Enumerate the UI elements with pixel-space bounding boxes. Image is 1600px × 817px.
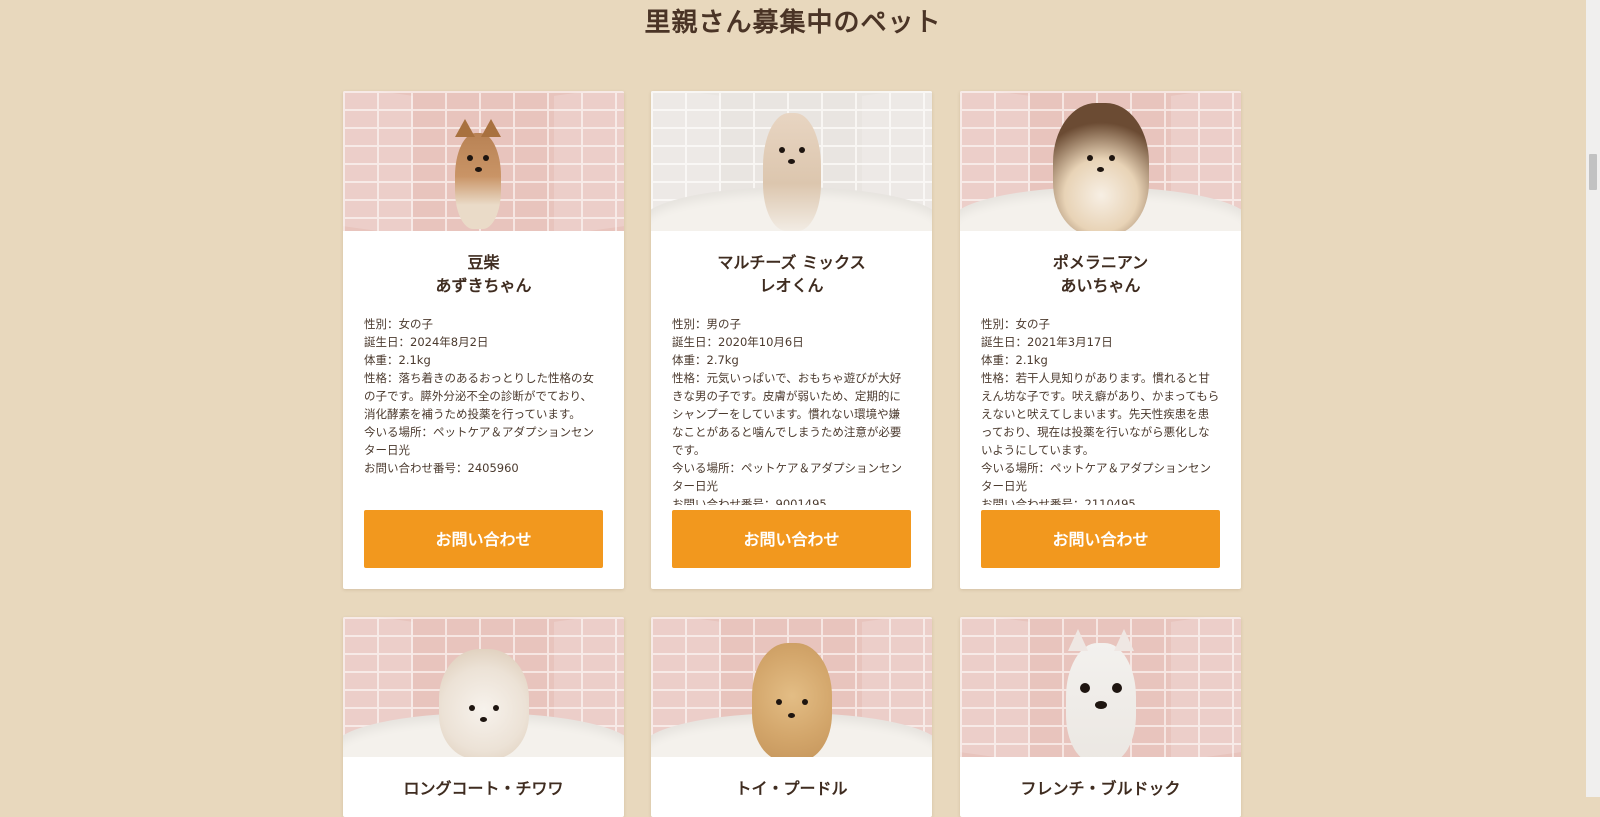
pet-card-pomeranian: ポメラニアン あいちゃん 性別：女の子 誕生日：2021年3月17日 体重：2.… — [960, 91, 1241, 589]
pet-card-mameshiba: 豆柴 あずきちゃん 性別：女の子 誕生日：2024年8月2日 体重：2.1kg … — [343, 91, 624, 589]
pet-detail-location: 今いる場所：ペットケア＆アダプションセンター日光 — [981, 461, 1211, 493]
inquiry-button[interactable]: お問い合わせ — [981, 510, 1220, 568]
pet-detail-location: 今いる場所：ペットケア＆アダプションセンター日光 — [672, 461, 902, 493]
pet-card-long-coat-chihuahua: ロングコート・チワワ — [343, 617, 624, 817]
pet-details: 性別：男の子 誕生日：2020年10月6日 体重：2.7kg 性格：元気いっぱい… — [672, 315, 911, 505]
dog-photo-french-bulldog — [960, 617, 1241, 757]
pet-detail-weight: 体重：2.7kg — [672, 353, 739, 367]
page-title: 里親さん募集中のペット — [644, 8, 942, 38]
pet-breed: ポメラニアン — [1052, 253, 1149, 272]
pet-detail-inquiry-number: お問い合わせ番号：9001495 — [672, 497, 827, 505]
pet-name: あずきちゃん — [435, 276, 532, 295]
dog-photo-pomeranian — [960, 91, 1241, 231]
scrollbar-thumb[interactable] — [1589, 154, 1597, 190]
pet-detail-birthday: 誕生日：2021年3月17日 — [981, 335, 1113, 349]
pet-detail-sex: 性別：女の子 — [364, 317, 433, 331]
pet-card-maltese-mix: マルチーズ ミックス レオくん 性別：男の子 誕生日：2020年10月6日 体重… — [651, 91, 932, 589]
inquiry-button[interactable]: お問い合わせ — [672, 510, 911, 568]
pet-details: 性別：女の子 誕生日：2024年8月2日 体重：2.1kg 性格：落ち着きのある… — [364, 315, 603, 505]
pet-breed: マルチーズ ミックス — [717, 253, 866, 272]
pet-detail-inquiry-number: お問い合わせ番号：2110495 — [981, 497, 1136, 505]
dog-photo-mameshiba — [343, 91, 624, 231]
pet-detail-weight: 体重：2.1kg — [364, 353, 431, 367]
pet-card-toy-poodle: トイ・プードル — [651, 617, 932, 817]
pet-details: 性別：女の子 誕生日：2021年3月17日 体重：2.1kg 性格：若干人見知り… — [981, 315, 1220, 505]
pet-breed: 豆柴 — [467, 253, 500, 272]
pet-detail-birthday: 誕生日：2024年8月2日 — [364, 335, 489, 349]
inquiry-button[interactable]: お問い合わせ — [364, 510, 603, 568]
pet-detail-sex: 性別：女の子 — [981, 317, 1050, 331]
pet-detail-birthday: 誕生日：2020年10月6日 — [672, 335, 804, 349]
dog-photo-toy-poodle — [651, 617, 932, 757]
pet-detail-weight: 体重：2.1kg — [981, 353, 1048, 367]
pet-detail-personality: 性格：落ち着きのあるおっとりした性格の女の子です。膵外分泌不全の診断がでており、… — [364, 371, 594, 421]
dog-photo-maltese-mix — [651, 91, 932, 231]
pet-detail-sex: 性別：男の子 — [672, 317, 741, 331]
pet-detail-personality: 性格：若干人見知りがあります。慣れると甘えん坊な子です。吠え癖があり、かまっても… — [981, 371, 1220, 457]
pet-name: あいちゃん — [1060, 276, 1141, 295]
pet-card-french-bulldog: フレンチ・ブルドック — [960, 617, 1241, 817]
dog-photo-long-coat-chihuahua — [343, 617, 624, 757]
pet-detail-location: 今いる場所：ペットケア＆アダプションセンター日光 — [364, 425, 594, 457]
pet-detail-inquiry-number: お問い合わせ番号：2405960 — [364, 461, 519, 475]
pet-detail-personality: 性格：元気いっぱいで、おもちゃ遊びが大好きな男の子です。皮膚が弱いため、定期的に… — [672, 371, 902, 457]
pet-name: レオくん — [759, 276, 824, 295]
vertical-scrollbar[interactable] — [1586, 0, 1600, 797]
